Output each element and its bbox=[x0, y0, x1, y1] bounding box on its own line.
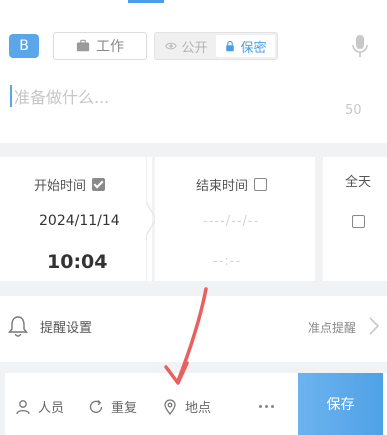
start-date-value[interactable]: 2024/11/14 bbox=[39, 213, 120, 229]
privacy-private-label: 保密 bbox=[240, 40, 267, 56]
people-label: 人员 bbox=[38, 401, 65, 416]
privacy-private-option[interactable]: 保密 bbox=[216, 35, 275, 57]
category-button[interactable]: 工作 bbox=[53, 32, 147, 60]
repeat-label: 重复 bbox=[111, 401, 138, 416]
task-text-input[interactable]: 准备做什么... bbox=[10, 85, 109, 107]
more-icon[interactable] bbox=[259, 405, 274, 408]
microphone-icon[interactable] bbox=[351, 34, 369, 58]
privacy-public-option[interactable]: 公开 bbox=[157, 35, 216, 57]
reminder-row[interactable]: 提醒设置 准点提醒 bbox=[0, 296, 387, 362]
end-time-header: 结束时间 bbox=[196, 175, 268, 194]
all-day-label: 全天 bbox=[345, 175, 372, 190]
people-button[interactable]: 人员 bbox=[15, 397, 64, 416]
lock-icon bbox=[226, 40, 235, 52]
end-time-card[interactable]: 结束时间 ----/--/-- --:-- bbox=[155, 157, 315, 281]
all-day-checkbox[interactable] bbox=[352, 215, 365, 228]
location-label: 地点 bbox=[185, 401, 212, 416]
person-icon bbox=[16, 399, 30, 414]
chevron-right-icon bbox=[369, 317, 379, 335]
start-time-header: 开始时间 bbox=[34, 175, 106, 194]
reminder-value: 准点提醒 bbox=[308, 321, 357, 335]
priority-badge[interactable]: B bbox=[9, 34, 39, 58]
privacy-toggle[interactable]: 公开 保密 bbox=[154, 32, 278, 60]
briefcase-icon bbox=[76, 39, 90, 52]
privacy-public-label: 公开 bbox=[181, 40, 208, 56]
end-time-label: 结束时间 bbox=[196, 179, 249, 194]
task-placeholder: 准备做什么... bbox=[14, 88, 110, 107]
task-input-card: B 工作 公开 保密 准备做什么... 50 bbox=[0, 0, 387, 143]
category-label: 工作 bbox=[96, 39, 124, 55]
start-time-value[interactable]: 10:04 bbox=[47, 251, 107, 273]
eye-icon bbox=[165, 42, 178, 50]
location-button[interactable]: 地点 bbox=[162, 397, 211, 416]
location-pin-icon bbox=[164, 398, 176, 415]
bell-icon bbox=[8, 316, 28, 337]
repeat-icon bbox=[89, 399, 103, 413]
all-day-card[interactable]: 全天 bbox=[323, 157, 387, 281]
start-time-label: 开始时间 bbox=[34, 179, 87, 194]
end-date-value[interactable]: ----/--/-- bbox=[203, 214, 259, 229]
tab-indicator bbox=[128, 0, 164, 3]
char-counter: 50 bbox=[345, 103, 362, 118]
start-time-checkbox[interactable] bbox=[92, 178, 106, 191]
repeat-button[interactable]: 重复 bbox=[88, 397, 137, 416]
end-time-checkbox[interactable] bbox=[254, 178, 268, 191]
end-time-value[interactable]: --:-- bbox=[213, 254, 241, 269]
save-button[interactable]: 保存 bbox=[298, 373, 383, 435]
reminder-label: 提醒设置 bbox=[40, 321, 93, 336]
start-time-card[interactable]: 开始时间 2024/11/14 10:04 bbox=[0, 157, 152, 281]
text-cursor bbox=[10, 85, 12, 107]
